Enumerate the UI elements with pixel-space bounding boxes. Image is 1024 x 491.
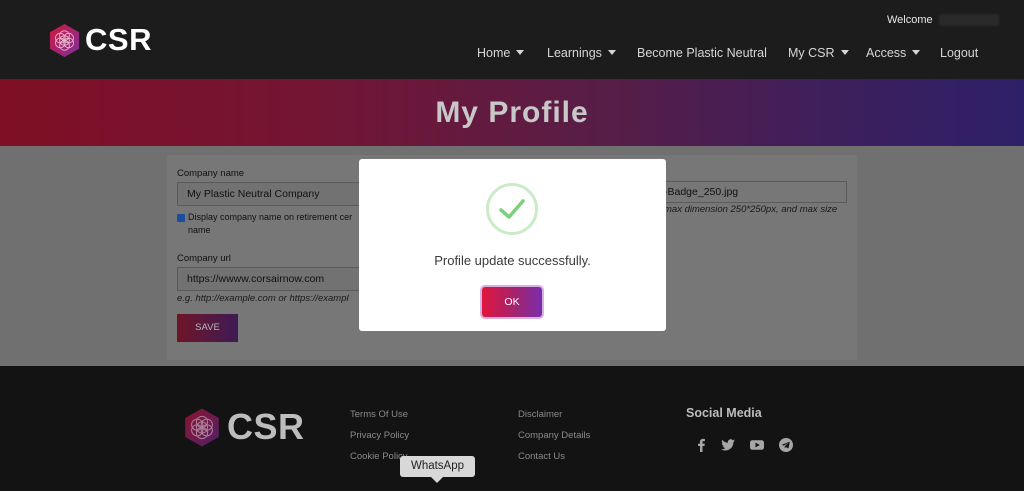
footer-link-disclaimer[interactable]: Disclaimer: [518, 409, 562, 420]
chevron-down-icon: [516, 50, 525, 56]
telegram-icon[interactable]: [778, 437, 794, 453]
display-name-checkbox-label: Display company name on retirement cer n…: [188, 211, 352, 237]
twitter-icon[interactable]: [720, 437, 736, 453]
footer-link-terms[interactable]: Terms Of Use: [350, 409, 408, 420]
site-footer: CSR Terms Of Use Privacy Policy Cookie P…: [0, 366, 1024, 491]
footer-link-cookie[interactable]: Cookie Policy: [350, 451, 408, 462]
footer-logo-text: CSR: [227, 406, 305, 447]
modal-message: Profile update successfully.: [434, 253, 591, 268]
facebook-icon[interactable]: [693, 437, 709, 453]
nav-access[interactable]: Access: [866, 46, 921, 60]
checkbox-label-line1: Display company name on retirement cer: [188, 212, 353, 222]
flower-of-life-logo-icon: [185, 408, 219, 446]
footer-link-company-details[interactable]: Company Details: [518, 430, 590, 441]
youtube-icon[interactable]: [749, 437, 765, 453]
nav-access-label: Access: [866, 46, 907, 60]
welcome-user: Welcome: [887, 14, 999, 27]
page-banner: My Profile: [0, 79, 1024, 146]
social-media-heading: Social Media: [686, 406, 762, 420]
welcome-label: Welcome: [887, 14, 933, 26]
badge-file-name: -Badge_250.jpg: [664, 186, 739, 198]
company-name-input[interactable]: My Plastic Neutral Company: [177, 182, 362, 206]
username-blurred: [938, 14, 999, 27]
check-icon: [499, 199, 525, 219]
nav-learnings-label: Learnings: [547, 46, 602, 60]
nav-logout[interactable]: Logout: [940, 46, 978, 60]
nav-become-plastic-neutral-label: Become Plastic Neutral: [637, 46, 767, 60]
display-name-checkbox[interactable]: [177, 214, 185, 222]
nav-become-plastic-neutral[interactable]: Become Plastic Neutral: [637, 46, 767, 60]
nav-logout-label: Logout: [940, 46, 979, 60]
footer-csr-logo[interactable]: CSR: [183, 406, 305, 448]
company-url-label: Company url: [177, 253, 231, 264]
nav-home-label: Home: [477, 46, 511, 60]
main-nav: Home Learnings Become Plastic Neutral My…: [0, 46, 1024, 62]
ok-button[interactable]: OK: [482, 287, 542, 317]
chevron-down-icon: [840, 50, 849, 56]
nav-home[interactable]: Home: [477, 46, 525, 60]
save-button[interactable]: SAVE: [177, 314, 238, 342]
nav-my-csr-label: My CSR: [788, 46, 835, 60]
whatsapp-tooltip: WhatsApp: [400, 456, 475, 483]
page-title: My Profile: [435, 96, 589, 129]
company-url-input[interactable]: https://wwww.corsairnow.com: [177, 267, 362, 291]
company-name-label: Company name: [177, 168, 245, 179]
company-url-hint: e.g. http://example.com or https://examp…: [177, 293, 349, 304]
success-icon-circle: [486, 183, 538, 235]
chevron-down-icon: [607, 50, 616, 56]
badge-file-hint: max dimension 250*250px, and max size: [664, 204, 838, 215]
checkbox-label-line2: name: [188, 225, 211, 235]
nav-my-csr[interactable]: My CSR: [788, 46, 849, 60]
footer-link-contact[interactable]: Contact Us: [518, 451, 565, 462]
chevron-down-icon: [912, 50, 921, 56]
nav-learnings[interactable]: Learnings: [547, 46, 616, 60]
footer-link-privacy[interactable]: Privacy Policy: [350, 430, 409, 441]
top-navbar: CSR Welcome Home Learnings Become Plasti…: [0, 0, 1024, 79]
